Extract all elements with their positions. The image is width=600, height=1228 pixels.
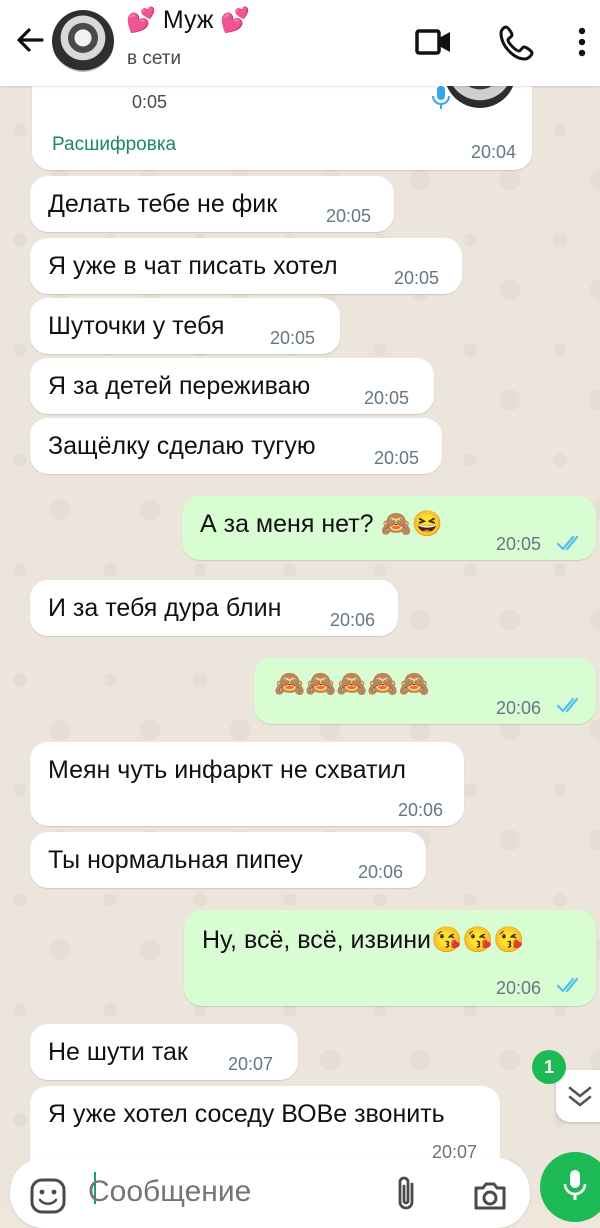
- chat-header: 💕 Муж 💕 в сети: [0, 0, 600, 86]
- contact-avatar[interactable]: [52, 10, 114, 72]
- back-arrow-icon[interactable]: [12, 22, 48, 58]
- message-time: 20:05: [270, 328, 316, 348]
- message-text: Я уже в чат писать хотел: [48, 252, 338, 280]
- voice-record-button[interactable]: [540, 1152, 600, 1222]
- message-bubble[interactable]: Защёлку сделаю тугую 20:05: [30, 418, 442, 474]
- message-text: Защёлку сделаю тугую: [48, 432, 316, 460]
- voice-duration: 0:05: [132, 92, 168, 112]
- message-bubble[interactable]: Шуточки у тебя 20:05: [30, 298, 340, 354]
- message-time: 20:06: [330, 610, 376, 630]
- message-time: 20:07: [228, 1054, 274, 1074]
- message-time: 20:06: [398, 800, 444, 820]
- message-bubble-outgoing[interactable]: Ну, всё, всё, извини😘😘😘 20:06: [184, 910, 596, 1006]
- message-text: Ты нормальная пипеу: [48, 846, 303, 874]
- message-time: 20:04: [470, 142, 516, 162]
- message-text: Я уже хотел соседу ВОВе звонить: [48, 1100, 445, 1128]
- message-bubble[interactable]: Меян чуть инфаркт не схватил 20:06: [30, 742, 464, 826]
- message-time: 20:05: [496, 534, 542, 554]
- phone-call-icon[interactable]: [498, 22, 538, 62]
- camera-icon[interactable]: [470, 1176, 510, 1216]
- unread-count-badge[interactable]: 1: [532, 1050, 566, 1084]
- message-bubble-outgoing[interactable]: 🙈🙈🙈🙈🙈 20:06: [254, 658, 596, 724]
- message-text: Ну, всё, всё, извини😘😘😘: [202, 926, 525, 954]
- message-time: 20:06: [496, 978, 542, 998]
- message-input[interactable]: [86, 1174, 350, 1210]
- message-composer: [10, 1158, 530, 1228]
- heart-icon: 💕: [126, 7, 156, 34]
- message-time: 20:05: [394, 268, 440, 288]
- contact-status: в сети: [127, 48, 182, 69]
- mic-icon: [563, 1170, 587, 1200]
- message-text: Шуточки у тебя: [48, 312, 225, 340]
- scroll-to-bottom-button[interactable]: [556, 1070, 600, 1122]
- message-text: Делать тебе не фик: [48, 190, 278, 218]
- heart-icon: 💕: [220, 7, 251, 34]
- read-receipt-icon: [556, 535, 579, 551]
- message-text: А за меня нет? 🙈😆: [200, 510, 443, 538]
- message-time: 20:05: [364, 388, 410, 408]
- message-time: 20:06: [358, 862, 404, 882]
- paperclip-icon[interactable]: [392, 1174, 422, 1214]
- read-receipt-icon: [556, 697, 579, 713]
- transcribe-button[interactable]: Расшифровка: [52, 134, 176, 156]
- message-time: 20:05: [326, 206, 372, 226]
- contact-name[interactable]: 💕 Муж 💕: [126, 6, 250, 35]
- contact-name-label: Муж: [162, 6, 214, 34]
- message-bubble[interactable]: Делать тебе не фик 20:05: [30, 176, 394, 232]
- message-text: И за тебя дура блин: [48, 594, 282, 622]
- message-text: Не шути так: [48, 1038, 188, 1066]
- message-text: Меян чуть инфаркт не схватил: [48, 756, 407, 784]
- message-bubble[interactable]: Я за детей переживаю 20:05: [30, 358, 434, 414]
- message-bubble[interactable]: Я уже в чат писать хотел 20:05: [30, 238, 462, 294]
- read-receipt-icon: [556, 977, 579, 993]
- message-bubble[interactable]: И за тебя дура блин 20:06: [30, 580, 398, 636]
- message-time: 20:05: [374, 448, 420, 468]
- message-bubble[interactable]: Не шути так 20:07: [30, 1024, 298, 1080]
- more-options-icon[interactable]: [572, 22, 592, 62]
- message-bubble-outgoing[interactable]: А за меня нет? 🙈😆 20:05: [182, 496, 596, 560]
- chevron-double-down-icon: [568, 1086, 592, 1107]
- message-time: 20:06: [496, 698, 542, 718]
- emoji-sticker-icon[interactable]: [28, 1176, 68, 1216]
- video-call-icon[interactable]: [414, 22, 454, 62]
- message-text: Я за детей переживаю: [48, 372, 311, 400]
- message-bubble[interactable]: Ты нормальная пипеу 20:06: [30, 832, 426, 888]
- message-text: 🙈🙈🙈🙈🙈: [274, 670, 430, 698]
